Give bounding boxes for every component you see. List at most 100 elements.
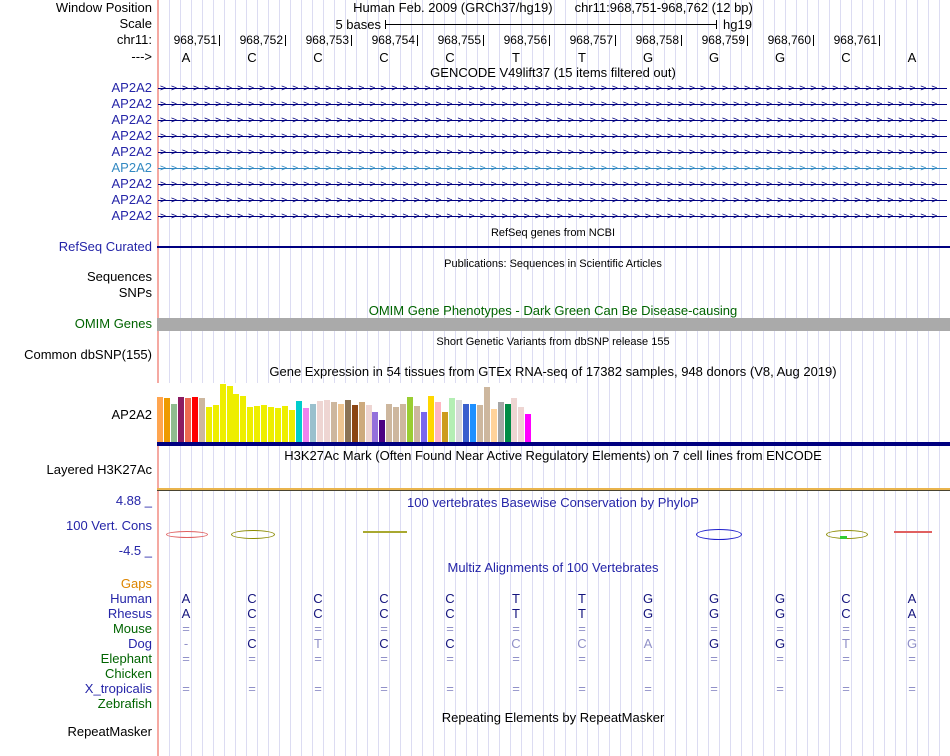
scale-bar-line — [385, 24, 717, 25]
gencode-gene-label[interactable]: AP2A2 — [0, 81, 152, 95]
reference-base: A — [907, 50, 917, 65]
gtex-tissue-bar — [282, 406, 288, 442]
phylop-positive-dot — [840, 536, 847, 539]
multiz-track-title[interactable]: Multiz Alignments of 100 Vertebrates — [157, 561, 949, 575]
refseq-curated-label[interactable]: RefSeq Curated — [0, 240, 152, 254]
species-label-zebrafish[interactable]: Zebrafish — [0, 696, 152, 711]
gtex-tissue-bar — [352, 405, 358, 442]
gencode-gene-label[interactable]: AP2A2 — [0, 113, 152, 127]
gene-transcript-row[interactable]: >>>>>>>>>>>>>>>>>>>>>>>>>>>>>>>>>>>>>>>>… — [157, 112, 949, 128]
gtex-tissue-bar — [157, 397, 163, 442]
common-dbsnp-label[interactable]: Common dbSNP(155) — [0, 348, 152, 362]
strand-direction-label: ---> — [131, 49, 152, 64]
alignment-base: C — [445, 636, 455, 651]
omim-track-title[interactable]: OMIM Gene Phenotypes - Dark Green Can Be… — [157, 304, 949, 318]
alignment-base: = — [380, 621, 388, 636]
species-label-human[interactable]: Human — [0, 591, 152, 606]
genome-browser: Window Position Human Feb. 2009 (GRCh37/… — [0, 0, 950, 756]
species-label-elephant[interactable]: Elephant — [0, 651, 152, 666]
phylop-wiggle-mark — [166, 530, 208, 538]
gtex-tissue-bar — [220, 384, 226, 442]
ruler-tick-mark — [879, 35, 880, 46]
alignment-base: = — [314, 681, 322, 696]
gene-transcript-row[interactable]: >>>>>>>>>>>>>>>>>>>>>>>>>>>>>>>>>>>>>>>>… — [157, 96, 949, 112]
reference-base: T — [578, 50, 586, 65]
layered-h3k27ac-label[interactable]: Layered H3K27Ac — [0, 463, 152, 477]
gene-transcript-row[interactable]: >>>>>>>>>>>>>>>>>>>>>>>>>>>>>>>>>>>>>>>>… — [157, 208, 949, 224]
alignment-base: = — [908, 681, 916, 696]
alignment-base: A — [181, 591, 191, 606]
phylop-wiggle-mark — [363, 531, 407, 533]
gtex-tissue-bar — [400, 404, 406, 442]
alignment-base: C — [445, 606, 455, 621]
gencode-gene-label[interactable]: AP2A2 — [0, 145, 152, 159]
repeatmasker-label[interactable]: RepeatMasker — [0, 725, 152, 739]
gtex-tissue-bar — [484, 387, 490, 442]
snps-label[interactable]: SNPs — [0, 286, 152, 300]
alignment-base: = — [644, 621, 652, 636]
species-label-dog[interactable]: Dog — [0, 636, 152, 651]
gene-transcript-row[interactable]: >>>>>>>>>>>>>>>>>>>>>>>>>>>>>>>>>>>>>>>>… — [157, 144, 949, 160]
gene-transcript-row[interactable]: >>>>>>>>>>>>>>>>>>>>>>>>>>>>>>>>>>>>>>>>… — [157, 80, 949, 96]
gtex-tissue-bar — [261, 405, 267, 442]
alignment-base: = — [908, 651, 916, 666]
gtex-tissue-bar — [178, 397, 184, 442]
gencode-gene-label[interactable]: AP2A2 — [0, 97, 152, 111]
omim-genes-label[interactable]: OMIM Genes — [0, 317, 152, 331]
gtex-tissue-bar — [421, 412, 427, 442]
strand-arrowheads: >>>>>>>>>>>>>>>>>>>>>>>>>>>>>>>>>>>>>>>>… — [160, 99, 943, 110]
window-position-title: Human Feb. 2009 (GRCh37/hg19) chr11:968,7… — [157, 1, 949, 15]
reference-base: C — [247, 50, 257, 65]
h3k27ac-track-title[interactable]: H3K27Ac Mark (Often Found Near Active Re… — [157, 449, 949, 463]
reference-base: C — [841, 50, 851, 65]
species-label-rhesus[interactable]: Rhesus — [0, 606, 152, 621]
refseq-gene-line[interactable] — [157, 246, 950, 248]
phylop-track-label[interactable]: 100 Vert. Cons — [0, 519, 152, 533]
repeatmasker-track-title[interactable]: Repeating Elements by RepeatMasker — [157, 711, 949, 725]
alignment-base: = — [512, 681, 520, 696]
alignment-base: = — [248, 621, 256, 636]
gtex-track-title[interactable]: Gene Expression in 54 tissues from GTEx … — [157, 365, 949, 379]
alignment-base: T — [578, 606, 586, 621]
dbsnp-track-title[interactable]: Short Genetic Variants from dbSNP releas… — [157, 335, 949, 349]
species-label-mouse[interactable]: Mouse — [0, 621, 152, 636]
strand-arrowheads: >>>>>>>>>>>>>>>>>>>>>>>>>>>>>>>>>>>>>>>>… — [160, 211, 943, 222]
phylop-track-title[interactable]: 100 vertebrates Basewise Conservation by… — [157, 496, 949, 510]
strand-arrowheads: >>>>>>>>>>>>>>>>>>>>>>>>>>>>>>>>>>>>>>>>… — [160, 147, 943, 158]
alignment-base: G — [708, 636, 720, 651]
ruler-tick-mark — [285, 35, 286, 46]
gencode-gene-label[interactable]: AP2A2 — [0, 161, 152, 175]
gene-transcript-row[interactable]: >>>>>>>>>>>>>>>>>>>>>>>>>>>>>>>>>>>>>>>>… — [157, 160, 949, 176]
gtex-gene-label[interactable]: AP2A2 — [0, 408, 152, 422]
sequences-label[interactable]: Sequences — [0, 270, 152, 284]
alignment-base: = — [644, 651, 652, 666]
species-label-x_tropicalis[interactable]: X_tropicalis — [0, 681, 152, 696]
alignment-base: C — [511, 636, 521, 651]
gtex-tissue-bar — [206, 407, 212, 442]
omim-gene-bar[interactable] — [157, 318, 950, 331]
alignment-base: = — [776, 651, 784, 666]
species-label-chicken[interactable]: Chicken — [0, 666, 152, 681]
gencode-track-title[interactable]: GENCODE V49lift37 (15 items filtered out… — [157, 66, 949, 80]
gencode-gene-label[interactable]: AP2A2 — [0, 177, 152, 191]
refseq-track-title[interactable]: RefSeq genes from NCBI — [157, 226, 949, 240]
phylop-min-value: -4.5 _ — [118, 543, 152, 558]
alignment-base: C — [247, 606, 257, 621]
ruler-position-number: 968,755 — [437, 33, 481, 47]
publications-track-title[interactable]: Publications: Sequences in Scientific Ar… — [157, 257, 949, 271]
species-label-gaps[interactable]: Gaps — [0, 576, 152, 591]
gene-transcript-row[interactable]: >>>>>>>>>>>>>>>>>>>>>>>>>>>>>>>>>>>>>>>>… — [157, 128, 949, 144]
gencode-gene-label[interactable]: AP2A2 — [0, 193, 152, 207]
ruler-tick-mark — [747, 35, 748, 46]
alignment-base: = — [446, 681, 454, 696]
gtex-baseline — [157, 442, 950, 446]
gencode-gene-label[interactable]: AP2A2 — [0, 209, 152, 223]
alignment-base: = — [842, 651, 850, 666]
gene-transcript-row[interactable]: >>>>>>>>>>>>>>>>>>>>>>>>>>>>>>>>>>>>>>>>… — [157, 176, 949, 192]
alignment-base: = — [842, 681, 850, 696]
gtex-tissue-bar — [428, 396, 434, 442]
strand-arrowheads: >>>>>>>>>>>>>>>>>>>>>>>>>>>>>>>>>>>>>>>>… — [160, 131, 943, 142]
gene-transcript-row[interactable]: >>>>>>>>>>>>>>>>>>>>>>>>>>>>>>>>>>>>>>>>… — [157, 192, 949, 208]
gencode-gene-label[interactable]: AP2A2 — [0, 129, 152, 143]
gtex-tissue-bar — [289, 410, 295, 442]
